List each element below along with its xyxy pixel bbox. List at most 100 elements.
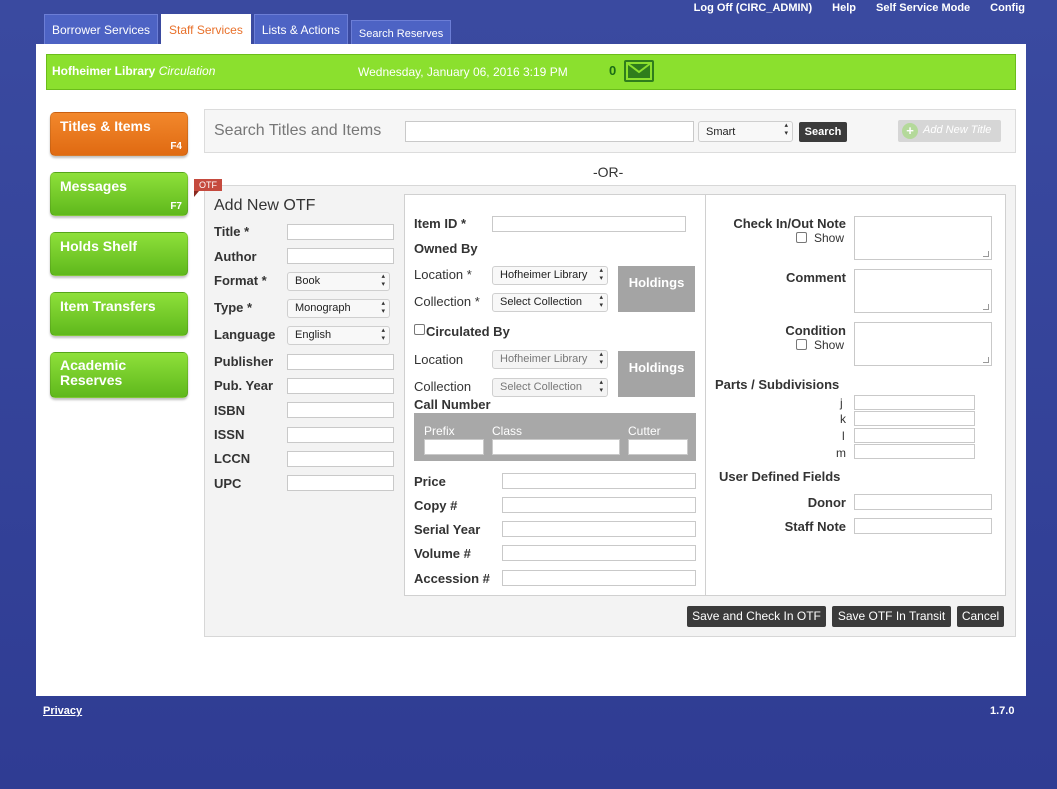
accession-input[interactable] (502, 570, 696, 586)
type-label: Type * (214, 300, 253, 315)
part-m-label: m (836, 446, 846, 460)
isbn-input[interactable] (287, 402, 394, 418)
publisher-input[interactable] (287, 354, 394, 370)
nav-titles-items[interactable]: Titles & Items F4 (50, 112, 188, 156)
condition-show-checkbox[interactable] (796, 339, 807, 350)
publisher-label: Publisher (214, 354, 274, 369)
location-label: Location * (414, 267, 472, 282)
location-select[interactable]: Hofheimer Library (492, 266, 608, 285)
privacy-link[interactable]: Privacy (43, 705, 82, 717)
logoff-link[interactable]: Log Off (CIRC_ADMIN) (694, 2, 813, 14)
circ-location-label: Location (414, 352, 464, 367)
copy-input[interactable] (502, 497, 696, 513)
volume-input[interactable] (502, 545, 696, 561)
part-l-input[interactable] (854, 428, 975, 443)
nav-item-transfers[interactable]: Item Transfers (50, 292, 188, 336)
search-mode-select[interactable]: Smart (698, 121, 793, 142)
staff-note-input[interactable] (854, 518, 992, 534)
nav-academic-reserves[interactable]: Academic Reserves (50, 352, 188, 398)
parts-label: Parts / Subdivisions (715, 377, 840, 392)
nav-messages[interactable]: Messages F7 (50, 172, 188, 216)
mail-icon[interactable] (624, 60, 654, 82)
circulated-by-label: Circulated By (426, 324, 510, 339)
part-j-input[interactable] (854, 395, 975, 410)
part-m-input[interactable] (854, 444, 975, 459)
price-input[interactable] (502, 473, 696, 489)
prefix-label: Prefix (424, 424, 455, 438)
help-link[interactable]: Help (832, 2, 856, 14)
item-id-input[interactable] (492, 216, 686, 232)
comment-textarea[interactable] (854, 269, 992, 313)
copy-label: Copy # (414, 498, 458, 513)
condition-textarea[interactable] (854, 322, 992, 366)
title-label: Title * (214, 224, 250, 239)
part-j-label: j (840, 396, 843, 410)
upc-input[interactable] (287, 475, 394, 491)
type-select[interactable]: Monograph (287, 299, 390, 318)
otf-badge: OTF (194, 179, 222, 197)
issn-input[interactable] (287, 427, 394, 443)
plus-icon: + (902, 123, 918, 139)
main-tabs: Borrower Services Staff Services Lists &… (44, 14, 452, 44)
part-l-label: l (842, 429, 845, 443)
checkin-note-show-label: Show (814, 231, 845, 245)
checkin-note-textarea[interactable] (854, 216, 992, 260)
search-input[interactable] (405, 121, 694, 142)
collection-select[interactable]: Select Collection (492, 293, 608, 312)
part-k-input[interactable] (854, 411, 975, 426)
cutter-input[interactable] (628, 439, 688, 455)
author-label: Author (214, 249, 257, 264)
circulated-by-checkbox[interactable] (414, 324, 425, 335)
author-input[interactable] (287, 248, 394, 264)
tab-search-reserves[interactable]: Search Reserves (350, 20, 452, 44)
title-input[interactable] (287, 224, 394, 240)
top-links: Log Off (CIRC_ADMIN) Help Self Service M… (694, 2, 1025, 14)
volume-label: Volume # (414, 546, 471, 561)
tab-borrower-services[interactable]: Borrower Services (44, 14, 159, 44)
call-number-box: Prefix Class Cutter (414, 413, 696, 461)
add-new-title-button[interactable]: + Add New Title (898, 120, 1001, 142)
library-name: Hofheimer Library Circulation (52, 64, 216, 78)
donor-label: Donor (807, 495, 846, 510)
self-service-link[interactable]: Self Service Mode (876, 2, 970, 14)
circ-location-select[interactable]: Hofheimer Library (492, 350, 608, 369)
cancel-button[interactable]: Cancel (957, 606, 1004, 627)
circ-holdings-button[interactable]: Holdings (618, 351, 695, 397)
or-divider: -OR- (593, 164, 624, 180)
comment-label: Comment (786, 270, 846, 285)
search-button[interactable]: Search (799, 122, 847, 142)
format-select[interactable]: Book (287, 272, 390, 291)
circ-collection-select[interactable]: Select Collection (492, 378, 608, 397)
datetime: Wednesday, January 06, 2016 3:19 PM (358, 65, 568, 79)
lccn-input[interactable] (287, 451, 394, 467)
format-label: Format * (214, 273, 267, 288)
tab-staff-services[interactable]: Staff Services (161, 14, 251, 44)
owned-holdings-button[interactable]: Holdings (618, 266, 695, 312)
nav-holds-shelf[interactable]: Holds Shelf (50, 232, 188, 276)
cutter-label: Cutter (628, 424, 661, 438)
save-checkin-button[interactable]: Save and Check In OTF (687, 606, 826, 627)
save-transit-button[interactable]: Save OTF In Transit (832, 606, 951, 627)
class-input[interactable] (492, 439, 620, 455)
pub-year-label: Pub. Year (214, 378, 274, 393)
config-link[interactable]: Config (990, 2, 1025, 14)
tab-lists-actions[interactable]: Lists & Actions (253, 14, 348, 44)
upc-label: UPC (214, 476, 242, 491)
serial-year-input[interactable] (502, 521, 696, 537)
pub-year-input[interactable] (287, 378, 394, 394)
condition-label: Condition (785, 323, 846, 338)
serial-year-label: Serial Year (414, 522, 481, 537)
class-label: Class (492, 424, 523, 438)
version-label: 1.7.0 (990, 705, 1015, 717)
donor-input[interactable] (854, 494, 992, 510)
prefix-input[interactable] (424, 439, 484, 455)
header-bar: Hofheimer Library Circulation Wednesday,… (46, 54, 1016, 90)
lccn-label: LCCN (214, 451, 251, 466)
search-label: Search Titles and Items (214, 122, 382, 139)
language-select[interactable]: English (287, 326, 390, 345)
checkin-note-show-checkbox[interactable] (796, 232, 807, 243)
owned-by-label: Owned By (414, 241, 478, 256)
issn-label: ISSN (214, 427, 245, 442)
collection-label: Collection * (414, 294, 480, 309)
circ-collection-label: Collection (414, 379, 472, 394)
